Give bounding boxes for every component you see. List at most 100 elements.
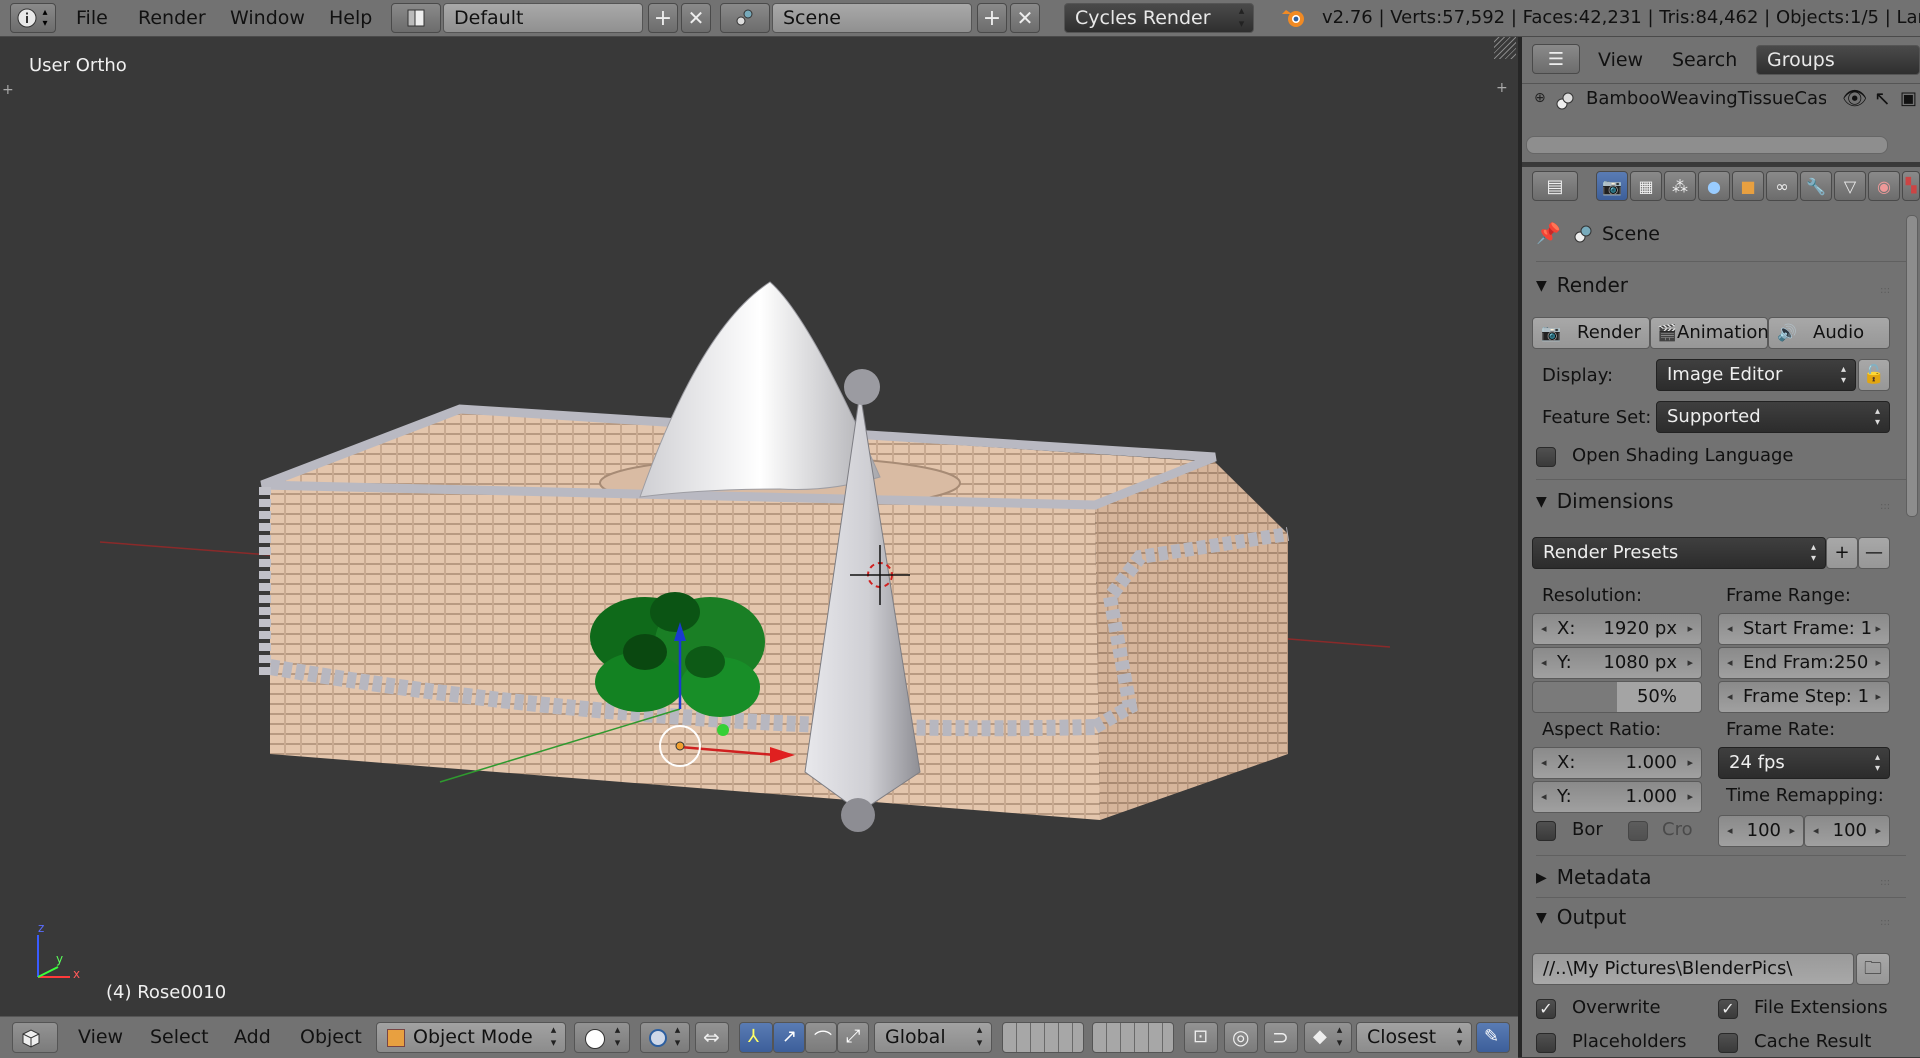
resolution-y-field[interactable]: ◂ Y: 1080 px ▸ <box>1532 647 1702 679</box>
properties-scrollbar[interactable] <box>1906 215 1918 517</box>
scene-select-button[interactable] <box>720 3 770 33</box>
animation-button[interactable]: 🎬 Animation <box>1650 317 1769 349</box>
render-only-button[interactable]: ✎ <box>1476 1022 1510 1053</box>
placeholders-checkbox[interactable] <box>1536 1033 1556 1053</box>
rotate-manipulator-button[interactable]: ⌒ <box>805 1022 837 1053</box>
drag-handle-icon[interactable]: ::: <box>1880 877 1894 888</box>
tab-constraints[interactable]: ∞ <box>1766 171 1798 201</box>
tab-render-layers[interactable]: ▦ <box>1630 171 1662 201</box>
audio-button[interactable]: 🔊 Audio <box>1768 317 1890 349</box>
outliner-menu-view[interactable]: View <box>1598 42 1643 78</box>
tab-render[interactable]: 📷 <box>1596 171 1628 201</box>
tab-object[interactable]: ■ <box>1732 171 1764 201</box>
menu-render[interactable]: Render <box>138 0 206 36</box>
visibility-eye-icon[interactable]: 👁 <box>1842 86 1867 110</box>
menu-window[interactable]: Window <box>230 0 305 36</box>
scene-layers-a[interactable] <box>1002 1022 1084 1053</box>
tab-scene[interactable]: ⁂ <box>1664 171 1696 201</box>
drag-handle-icon[interactable]: ::: <box>1880 917 1894 928</box>
select-cursor-icon[interactable]: ↖ <box>1874 86 1891 110</box>
properties-editor-type-button[interactable]: ▤ <box>1532 171 1578 201</box>
scale-manipulator-button[interactable]: ⤢ <box>837 1022 869 1053</box>
add-preset-button[interactable]: + <box>1826 537 1858 569</box>
outliner-display-mode-select[interactable]: Groups <box>1756 45 1920 75</box>
overwrite-checkbox[interactable]: ✓ <box>1536 999 1556 1019</box>
3d-viewport[interactable]: User Ortho + + z y x (4) Rose0010 <box>0 37 1518 1015</box>
lock-layers-button[interactable]: ⊡ <box>1184 1022 1218 1053</box>
dimensions-panel-title[interactable]: Dimensions <box>1536 489 1674 513</box>
render-engine-select[interactable]: Cycles Render <box>1064 3 1254 33</box>
editor-type-info-button[interactable]: ▴▾ <box>10 3 56 33</box>
end-frame-field[interactable]: ◂ End Fram:250 ▸ <box>1718 647 1890 679</box>
manipulator-toggle-button[interactable]: ⅄ <box>739 1022 773 1053</box>
snap-element-select[interactable]: ◆ <box>1304 1022 1352 1053</box>
rose-object[interactable] <box>590 592 765 717</box>
display-select[interactable]: Image Editor <box>1656 359 1856 391</box>
snap-target-select[interactable]: Closest <box>1356 1022 1472 1053</box>
tab-texture[interactable]: ▚ <box>1902 171 1920 201</box>
crop-checkbox[interactable] <box>1628 821 1648 841</box>
file-extensions-checkbox[interactable]: ✓ <box>1718 999 1738 1019</box>
osl-checkbox[interactable] <box>1536 447 1556 467</box>
render-panel-title[interactable]: Render <box>1536 273 1628 297</box>
transform-orientation-select[interactable]: Global <box>874 1022 992 1053</box>
tab-modifiers[interactable]: 🔧 <box>1800 171 1832 201</box>
output-panel-title[interactable]: Output <box>1536 905 1626 929</box>
delete-layout-button[interactable]: ✕ <box>681 3 711 33</box>
viewport-shading-select[interactable] <box>574 1022 630 1053</box>
output-path-field[interactable]: //..\My Pictures\BlenderPics\ <box>1532 953 1854 985</box>
scene-field[interactable]: Scene <box>772 3 972 33</box>
pivot-point-select[interactable] <box>640 1022 690 1053</box>
outliner[interactable]: ⊕ BambooWeavingTissueCase 👁 ↖ ▣ <box>1522 84 1920 162</box>
menu-help[interactable]: Help <box>329 0 372 36</box>
screen-layout-field[interactable]: Default <box>443 3 643 33</box>
manipulator-only-origins-button[interactable]: ⇔ <box>695 1022 729 1053</box>
drag-handle-icon[interactable]: ::: <box>1880 285 1894 296</box>
pin-icon[interactable]: 📌 <box>1536 221 1561 245</box>
frame-step-field[interactable]: ◂ Frame Step: 1 ▸ <box>1718 681 1890 713</box>
resolution-percentage-slider[interactable]: 50% <box>1532 681 1702 713</box>
editor-type-button[interactable] <box>12 1022 58 1053</box>
expand-plus-icon[interactable]: ⊕ <box>1534 90 1546 106</box>
scene-layers-b[interactable] <box>1092 1022 1174 1053</box>
tab-world[interactable]: ● <box>1698 171 1730 201</box>
browse-folder-button[interactable]: 🗀 <box>1856 953 1890 985</box>
aspect-x-field[interactable]: ◂ X: 1.000 ▸ <box>1532 747 1702 779</box>
resolution-x-field[interactable]: ◂ X: 1920 px ▸ <box>1532 613 1702 645</box>
menu-add[interactable]: Add <box>234 1017 271 1058</box>
drag-handle-icon[interactable]: ::: <box>1880 501 1894 512</box>
remove-preset-button[interactable]: — <box>1858 537 1890 569</box>
start-frame-field[interactable]: ◂ Start Frame: 1 ▸ <box>1718 613 1890 645</box>
feature-set-select[interactable]: Supported <box>1656 401 1890 433</box>
proportional-edit-button[interactable]: ◎ <box>1224 1022 1258 1053</box>
render-presets-select[interactable]: Render Presets <box>1532 537 1826 569</box>
render-camera-icon[interactable]: ▣ <box>1900 88 1917 109</box>
menu-file[interactable]: File <box>76 0 108 36</box>
render-button[interactable]: 📷 Render <box>1532 317 1650 349</box>
menu-view[interactable]: View <box>78 1017 123 1058</box>
menu-select[interactable]: Select <box>150 1017 209 1058</box>
metadata-panel-title[interactable]: Metadata <box>1536 865 1652 889</box>
remap-new-field[interactable]: ◂ 100 ▸ <box>1804 815 1890 847</box>
tab-data[interactable]: ▽ <box>1834 171 1866 201</box>
remap-old-field[interactable]: ◂ 100 ▸ <box>1718 815 1804 847</box>
cache-result-checkbox[interactable] <box>1718 1033 1738 1053</box>
add-scene-button[interactable]: + <box>977 3 1007 33</box>
delete-scene-button[interactable]: ✕ <box>1010 3 1040 33</box>
translate-manipulator-button[interactable]: ↗ <box>773 1022 805 1053</box>
border-checkbox[interactable] <box>1536 821 1556 841</box>
lock-interface-button[interactable]: 🔓 <box>1858 359 1890 391</box>
scene-canvas[interactable] <box>0 37 1518 1015</box>
manipulator-y-handle[interactable] <box>717 724 729 736</box>
outliner-item-label[interactable]: BambooWeavingTissueCase <box>1586 88 1826 109</box>
screen-layout-button[interactable] <box>391 3 441 33</box>
frame-rate-select[interactable]: 24 fps <box>1718 747 1890 779</box>
tab-material[interactable]: ◉ <box>1868 171 1900 201</box>
outliner-scrollbar[interactable] <box>1526 136 1888 154</box>
snap-toggle-button[interactable]: ⊃ <box>1264 1022 1298 1053</box>
add-layout-button[interactable]: + <box>648 3 678 33</box>
outliner-editor-type-button[interactable]: ☰ <box>1532 44 1580 74</box>
mode-select[interactable]: Object Mode <box>376 1022 566 1053</box>
menu-object[interactable]: Object <box>300 1017 362 1058</box>
outliner-menu-search[interactable]: Search <box>1672 42 1737 78</box>
